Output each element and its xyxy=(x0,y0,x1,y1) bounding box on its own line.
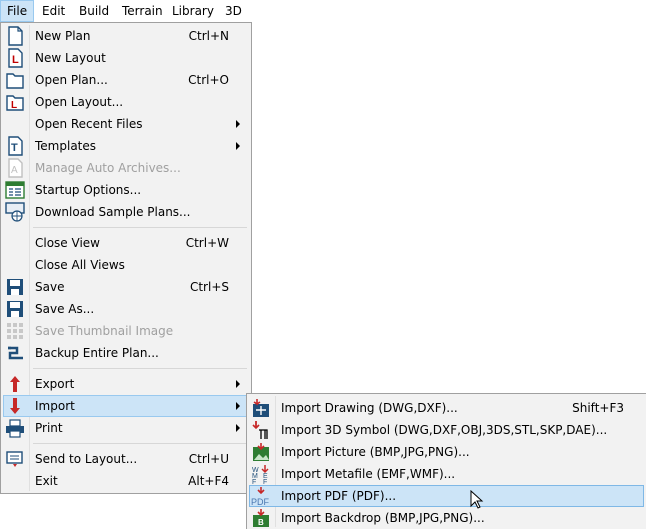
menu-item-save[interactable]: Save Ctrl+S xyxy=(3,276,249,298)
svg-text:T: T xyxy=(11,142,18,154)
menu-item-print[interactable]: Print xyxy=(3,417,249,439)
mouse-cursor-icon xyxy=(470,490,484,509)
import-3d-symbol-icon xyxy=(252,421,268,439)
svg-text:A: A xyxy=(11,165,18,176)
menu-edit[interactable]: Edit xyxy=(36,0,71,22)
download-plans-icon xyxy=(5,202,25,222)
print-icon xyxy=(6,419,24,438)
menu-item-import-3d-symbol[interactable]: Import 3D Symbol (DWG,DXF,OBJ,3DS,STL,SK… xyxy=(249,419,644,441)
menu-bar: File Edit Build Terrain Library 3D xyxy=(0,0,248,22)
archives-icon: A xyxy=(8,158,23,178)
submenu-arrow-icon xyxy=(236,142,240,150)
menu-build[interactable]: Build xyxy=(73,0,115,22)
startup-options-icon xyxy=(5,181,25,199)
backup-icon xyxy=(8,346,23,360)
menu-item-import[interactable]: Import xyxy=(3,395,249,417)
menu-library[interactable]: Library xyxy=(166,0,220,22)
import-drawing-icon xyxy=(253,399,269,417)
submenu-arrow-icon xyxy=(236,120,240,128)
menu-item-close-all-views[interactable]: Close All Views xyxy=(3,254,249,276)
menu-item-close-view[interactable]: Close View Ctrl+W xyxy=(3,232,249,254)
import-picture-icon xyxy=(253,443,269,461)
submenu-arrow-icon xyxy=(236,380,240,388)
file-menu: New Plan Ctrl+N L New Layout Open Plan..… xyxy=(0,22,252,494)
menu-item-save-as[interactable]: Save As... xyxy=(3,298,249,320)
menu-item-exit[interactable]: Exit Alt+F4 xyxy=(3,470,249,492)
import-submenu: Import Drawing (DWG,DXF)... Shift+F3 Imp… xyxy=(246,393,646,529)
submenu-arrow-icon xyxy=(236,424,240,432)
svg-text:F: F xyxy=(263,479,267,484)
svg-text:L: L xyxy=(12,54,19,66)
menu-item-open-plan[interactable]: Open Plan... Ctrl+O xyxy=(3,69,249,91)
new-plan-icon xyxy=(8,26,23,46)
send-to-layout-icon xyxy=(6,451,23,467)
import-metafile-icon: W M F E F xyxy=(252,465,269,484)
menu-item-import-picture[interactable]: Import Picture (BMP,JPG,PNG)... xyxy=(249,441,644,463)
svg-text:L: L xyxy=(11,100,17,111)
open-layout-icon: L xyxy=(6,95,24,111)
templates-icon: T xyxy=(8,136,23,156)
export-icon xyxy=(10,376,20,392)
import-icon xyxy=(10,398,20,414)
svg-text:PDF: PDF xyxy=(251,497,270,506)
menu-3d[interactable]: 3D xyxy=(219,0,248,22)
menu-separator xyxy=(33,227,247,228)
menu-item-import-pdf[interactable]: PDF Import PDF (PDF)... xyxy=(249,485,644,507)
save-as-icon xyxy=(7,301,23,317)
menu-item-import-metafile[interactable]: W M F E F Import Metafile (EMF,WMF)... xyxy=(249,463,644,485)
menu-separator xyxy=(33,443,247,444)
menu-item-export[interactable]: Export xyxy=(3,373,249,395)
menu-file[interactable]: File xyxy=(0,0,34,22)
menu-item-templates[interactable]: T Templates xyxy=(3,135,249,157)
save-icon xyxy=(7,279,23,295)
thumbnail-icon xyxy=(7,323,23,339)
open-plan-icon xyxy=(6,73,24,89)
svg-text:F: F xyxy=(252,479,256,484)
svg-text:B: B xyxy=(258,518,264,527)
menu-item-save-thumbnail[interactable]: Save Thumbnail Image xyxy=(3,320,249,342)
menu-terrain[interactable]: Terrain xyxy=(116,0,169,22)
menu-item-new-layout[interactable]: L New Layout xyxy=(3,47,249,69)
menu-item-new-plan[interactable]: New Plan Ctrl+N xyxy=(3,25,249,47)
import-backdrop-icon: B xyxy=(253,509,269,527)
menu-item-manage-archives[interactable]: A Manage Auto Archives... xyxy=(3,157,249,179)
menu-separator xyxy=(33,368,247,369)
menu-item-import-drawing[interactable]: Import Drawing (DWG,DXF)... Shift+F3 xyxy=(249,397,644,419)
menu-item-import-backdrop[interactable]: B Import Backdrop (BMP,JPG,PNG)... xyxy=(249,507,644,529)
new-layout-icon: L xyxy=(8,48,23,68)
menu-item-download-plans[interactable]: Download Sample Plans... xyxy=(3,201,249,223)
menu-item-backup-plan[interactable]: Backup Entire Plan... xyxy=(3,342,249,364)
submenu-arrow-icon xyxy=(236,402,240,410)
menu-item-open-recent[interactable]: Open Recent Files xyxy=(3,113,249,135)
menu-item-open-layout[interactable]: L Open Layout... xyxy=(3,91,249,113)
menu-item-send-to-layout[interactable]: Send to Layout... Ctrl+U xyxy=(3,448,249,470)
menu-item-startup-options[interactable]: Startup Options... xyxy=(3,179,249,201)
import-pdf-icon: PDF xyxy=(251,487,270,506)
